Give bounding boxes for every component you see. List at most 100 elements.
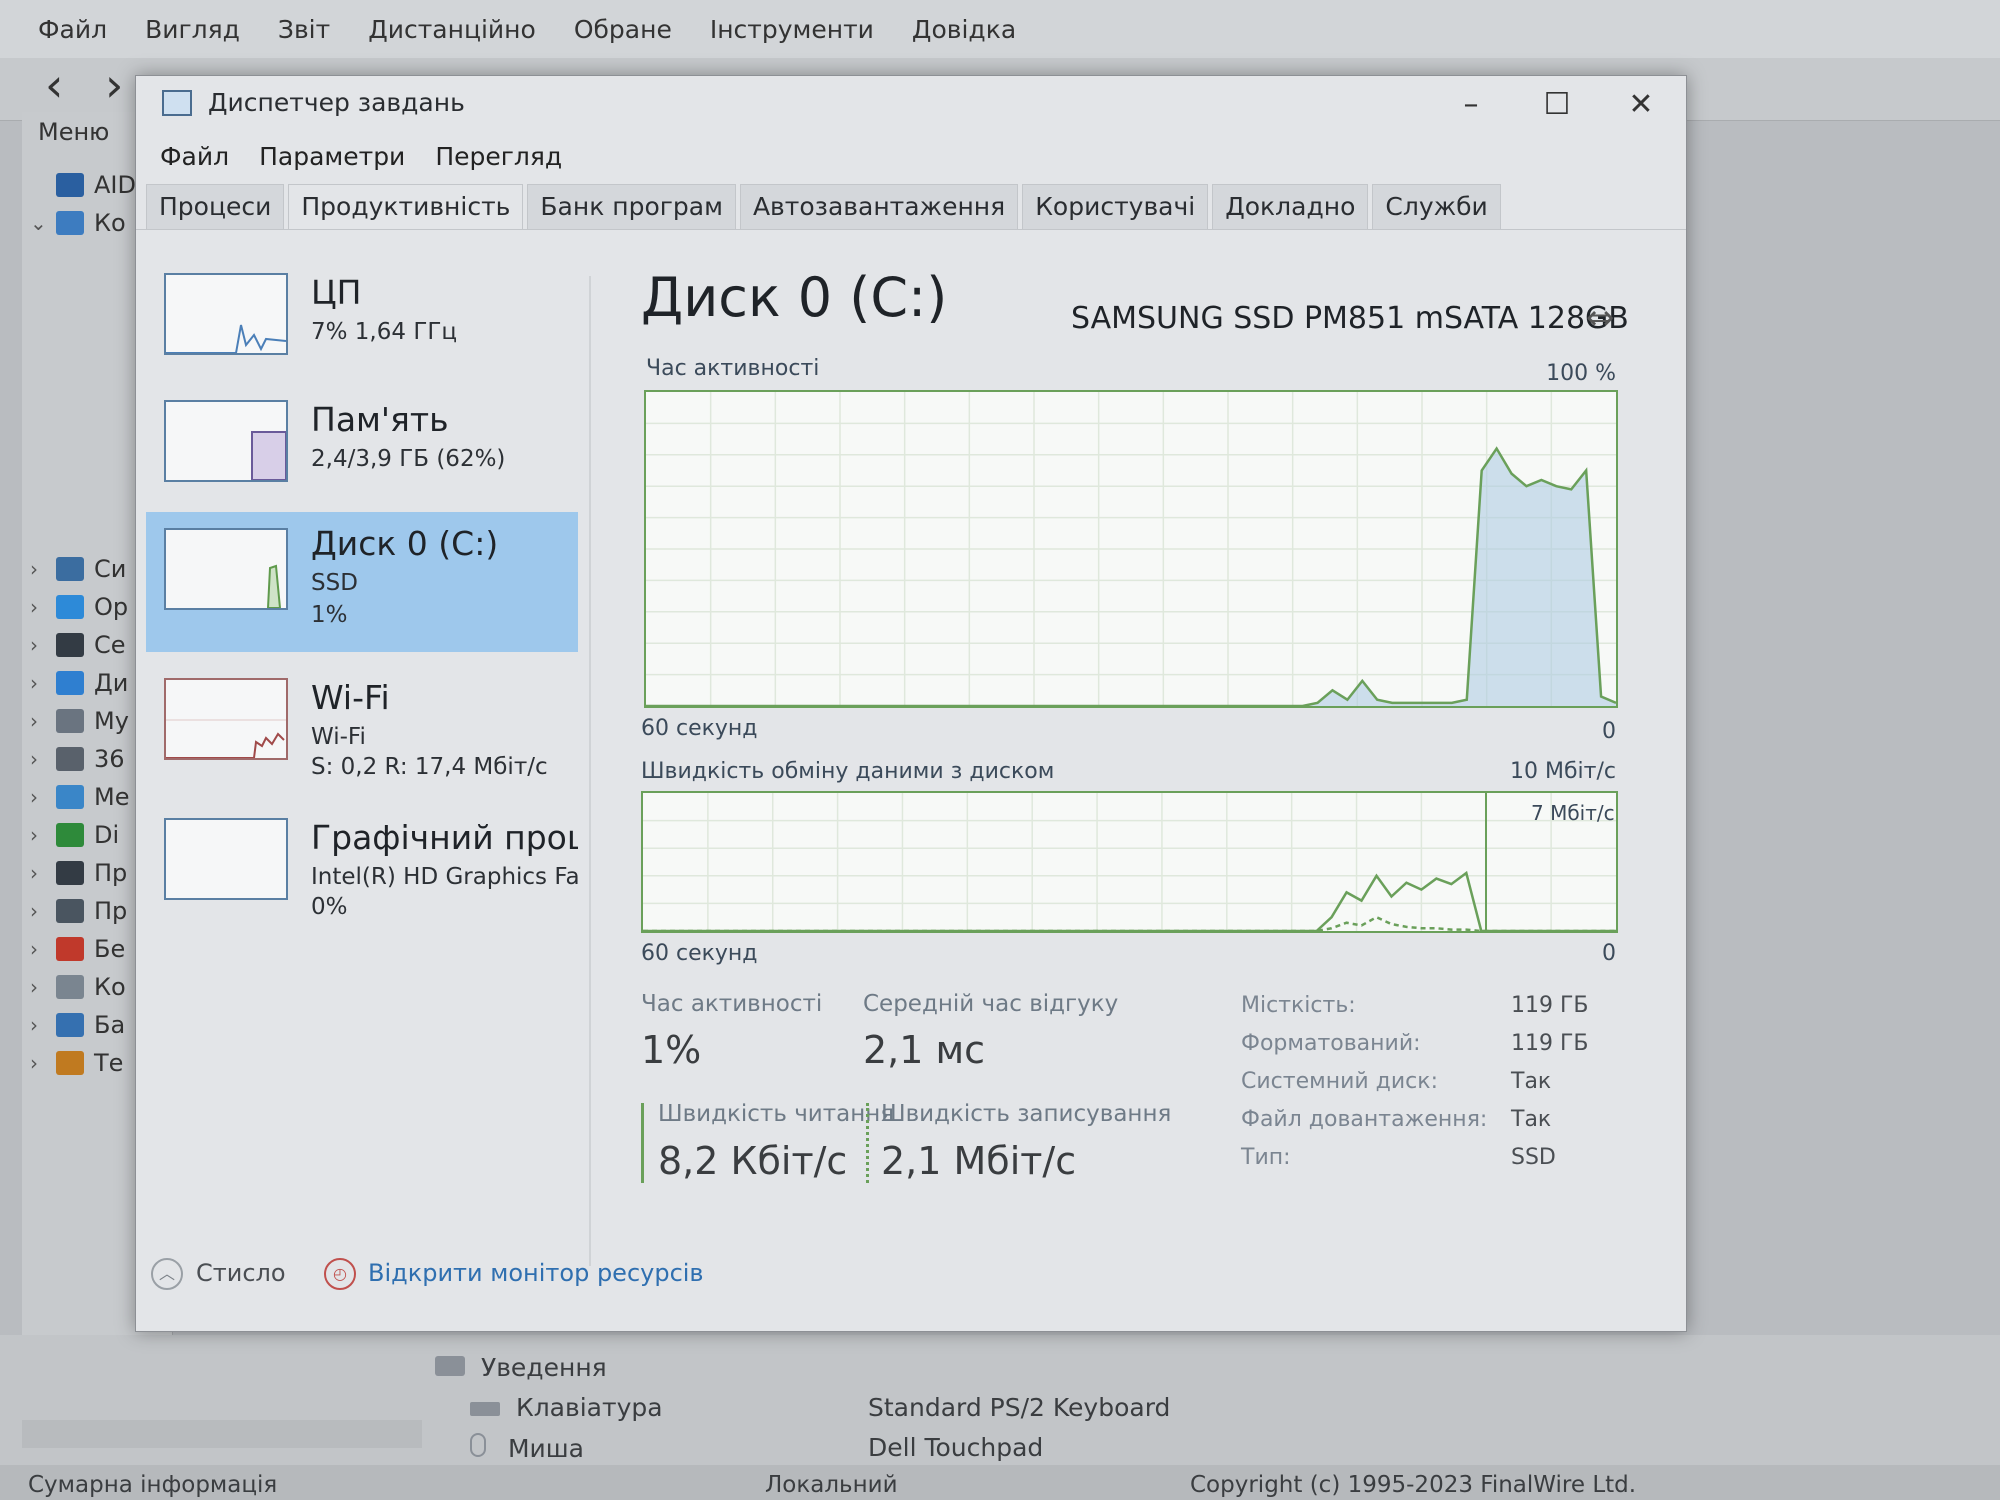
- window-title: Диспетчер завдань: [208, 88, 465, 117]
- tree-item-label: Ди: [94, 669, 129, 697]
- status-bar: [0, 1465, 2000, 1500]
- tree-expand-chevron-icon[interactable]: ›: [30, 823, 56, 847]
- bg-menu-tools[interactable]: Інструменти: [710, 15, 874, 44]
- tab-performance[interactable]: Продуктивність: [288, 184, 524, 230]
- active-time-value: 1%: [641, 1028, 702, 1072]
- menu-file[interactable]: Файл: [160, 142, 229, 171]
- tree-item-label: Си: [94, 555, 127, 583]
- tree-item[interactable]: › Ко: [30, 970, 126, 1004]
- activity-graph: [644, 390, 1618, 708]
- tree-item[interactable]: › Ба: [30, 1008, 125, 1042]
- perf-item-title: Диск 0 (C:): [311, 524, 499, 563]
- collapse-button[interactable]: Стисло: [196, 1259, 286, 1287]
- tree-item[interactable]: › Бе: [30, 932, 125, 966]
- minimize-button[interactable]: –: [1436, 82, 1506, 128]
- tree-expand-chevron-icon[interactable]: ›: [30, 595, 56, 619]
- perf-item-subtitle: Wi-Fi: [311, 724, 366, 750]
- perf-item-title: Пам'ять: [311, 400, 449, 439]
- status-local: Локальний: [765, 1472, 898, 1498]
- tree-item[interactable]: › Ме: [30, 780, 129, 814]
- menu-view[interactable]: Перегляд: [435, 142, 562, 171]
- windows-icon: [56, 595, 84, 619]
- tree-item[interactable]: › Пр: [30, 856, 127, 890]
- transfer-graph-label: Швидкість обміну даними з диском: [641, 759, 1055, 784]
- tree-item[interactable]: › Му: [30, 704, 129, 738]
- tree-item[interactable]: › 36: [30, 742, 125, 776]
- keyboard-group-icon: [435, 1356, 465, 1376]
- tab-details[interactable]: Докладно: [1212, 184, 1369, 230]
- perf-item-subtitle: 7% 1,64 ГГц: [311, 319, 458, 345]
- tree-item[interactable]: ⌄ Ко: [30, 206, 126, 240]
- perf-item-wifi[interactable]: Wi-Fi Wi-Fi S: 0,2 R: 17,4 Мбіт/с: [146, 666, 578, 796]
- tree-expand-chevron-icon[interactable]: ›: [30, 861, 56, 885]
- title-bar[interactable]: Диспетчер завдань – ☐ ✕: [136, 76, 1686, 134]
- perf-item-cpu[interactable]: ЦП 7% 1,64 ГГц: [146, 261, 578, 381]
- activity-graph-label: Час активності: [646, 356, 820, 381]
- horizontal-scrollbar[interactable]: [22, 1420, 422, 1448]
- tree-expand-chevron-icon[interactable]: ›: [30, 1051, 56, 1075]
- forward-arrow-icon[interactable]: ›: [105, 62, 123, 108]
- tab-startup[interactable]: Автозавантаження: [739, 184, 1019, 230]
- tree-item[interactable]: › Си: [30, 552, 126, 586]
- tab-app-history[interactable]: Банк програм: [527, 184, 736, 230]
- tree-expand-chevron-icon[interactable]: ›: [30, 709, 56, 733]
- bg-menu-remote[interactable]: Дистанційно: [368, 15, 536, 44]
- tree-item[interactable]: › Се: [30, 628, 126, 662]
- read-legend-bar: [641, 1103, 644, 1183]
- tree-item[interactable]: AIDA: [30, 168, 152, 202]
- keyboard-icon: [470, 1402, 500, 1416]
- panel-divider[interactable]: [589, 276, 591, 1266]
- menu-options[interactable]: Параметри: [259, 142, 405, 171]
- resource-monitor-icon[interactable]: ◴: [324, 1258, 356, 1290]
- bg-menu-report[interactable]: Звіт: [278, 15, 330, 44]
- tree-item[interactable]: › Пр: [30, 894, 127, 928]
- tree-expand-chevron-icon[interactable]: ›: [30, 1013, 56, 1037]
- tree-expand-chevron-icon[interactable]: ›: [30, 975, 56, 999]
- tab-services[interactable]: Служби: [1372, 184, 1501, 230]
- perf-item-gpu[interactable]: Графічний процесор Intel(R) HD Graphics …: [146, 806, 578, 936]
- bg-menu-view[interactable]: Вигляд: [145, 15, 240, 44]
- tree-expand-chevron-icon[interactable]: ›: [30, 557, 56, 581]
- tab-processes[interactable]: Процеси: [146, 184, 285, 230]
- tree-expand-chevron-icon[interactable]: ›: [30, 633, 56, 657]
- tree-expand-chevron-icon[interactable]: ›: [30, 937, 56, 961]
- perf-item-memory[interactable]: Пам'ять 2,4/3,9 ГБ (62%): [146, 388, 578, 508]
- read-speed-value: 8,2 Кбіт/с: [658, 1139, 848, 1183]
- type-label: Тип:: [1241, 1145, 1291, 1170]
- bg-menu-file[interactable]: Файл: [38, 15, 107, 44]
- database-icon: [56, 1013, 84, 1037]
- activity-graph-time-right: 0: [1602, 719, 1616, 744]
- close-button[interactable]: ✕: [1606, 82, 1676, 128]
- tree-item[interactable]: › Di: [30, 818, 119, 852]
- tree-item-label: Пр: [94, 897, 128, 925]
- task-manager-icon: [162, 90, 192, 116]
- tree-item[interactable]: › Ор: [30, 590, 128, 624]
- input-group-label: Уведення: [435, 1353, 607, 1382]
- keyboard-row-label[interactable]: Клавіатура: [470, 1393, 663, 1422]
- bg-menu-help[interactable]: Довідка: [912, 15, 1016, 44]
- tree-expand-chevron-icon[interactable]: ›: [30, 671, 56, 695]
- tree-expand-chevron-icon[interactable]: ›: [30, 785, 56, 809]
- tree-item[interactable]: › Те: [30, 1046, 123, 1080]
- tree-item[interactable]: › Ди: [30, 666, 128, 700]
- capacity-label: Місткість:: [1241, 993, 1356, 1018]
- maximize-button[interactable]: ☐: [1522, 82, 1592, 128]
- formatted-value: 119 ГБ: [1511, 1031, 1589, 1056]
- collapse-chevron-icon[interactable]: ︿: [151, 1258, 183, 1290]
- mouse-row-label[interactable]: Миша: [470, 1433, 584, 1463]
- gpu-thumbnail-graph: [164, 818, 288, 900]
- motherboard-icon: [56, 557, 84, 581]
- tab-users[interactable]: Користувачі: [1022, 184, 1209, 230]
- tree-expand-chevron-icon[interactable]: ⌄: [30, 211, 56, 235]
- network-icon: [56, 785, 84, 809]
- bg-menu-favorites[interactable]: Обране: [574, 15, 672, 44]
- tree-expand-chevron-icon[interactable]: ›: [30, 747, 56, 771]
- tree-expand-chevron-icon[interactable]: ›: [30, 899, 56, 923]
- memory-thumbnail-graph: [164, 400, 288, 482]
- perf-item-disk[interactable]: Диск 0 (C:) SSD 1%: [146, 512, 578, 652]
- background-menubar: Файл Вигляд Звіт Дистанційно Обране Інст…: [0, 0, 2000, 58]
- mouse-row-value: Dell Touchpad: [868, 1433, 1044, 1462]
- write-speed-label: Швидкість записування: [881, 1101, 1172, 1127]
- back-arrow-icon[interactable]: ‹: [45, 62, 63, 108]
- open-resource-monitor-link[interactable]: Відкрити монітор ресурсів: [368, 1259, 704, 1287]
